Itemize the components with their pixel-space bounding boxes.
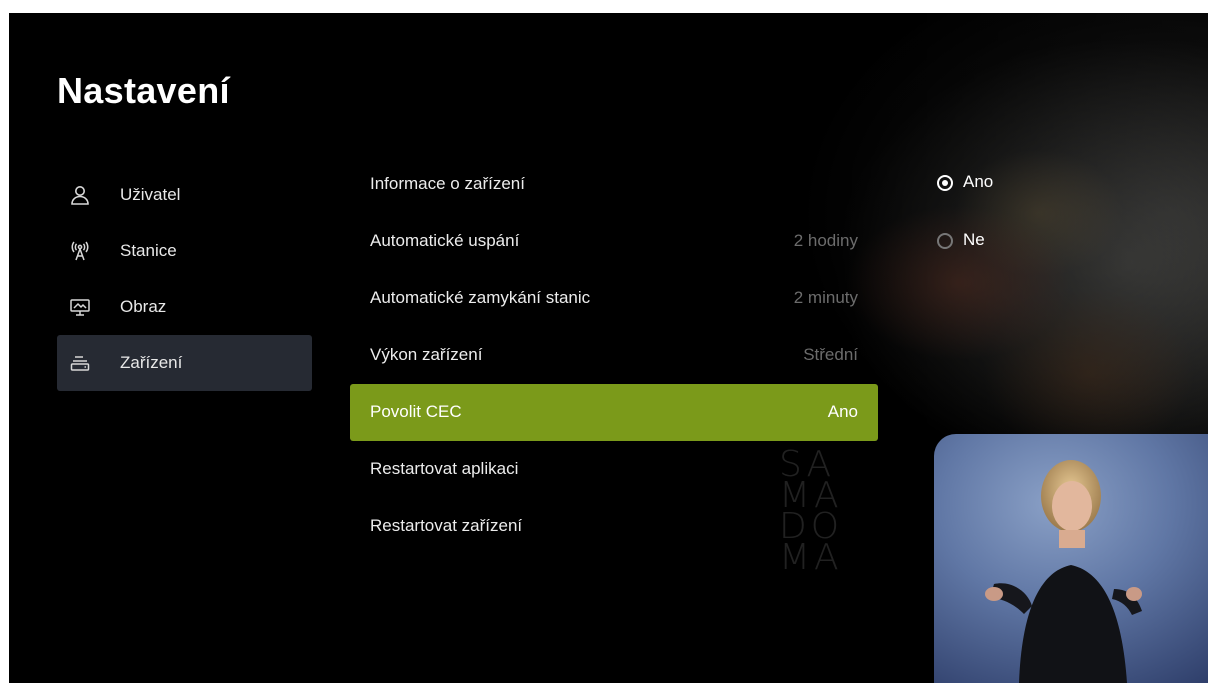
setting-label: Výkon zařízení [370, 345, 483, 364]
option-label: Ano [963, 172, 994, 191]
setting-label: Automatické zamykání stanic [370, 288, 591, 307]
option-yes[interactable]: Ano [931, 169, 1051, 227]
settings-sidebar: Uživatel Stanice Obraz Zařízení [57, 167, 312, 391]
device-icon [69, 353, 91, 373]
radio-unchecked-icon [937, 233, 953, 249]
sidebar-item-label: Zařízení [120, 353, 183, 372]
antenna-icon [69, 241, 91, 261]
sidebar-item-label: Uživatel [120, 185, 181, 204]
setting-auto-sleep[interactable]: Automatické uspání 2 hodiny [350, 213, 878, 270]
option-label: Ne [963, 230, 985, 249]
presenter-silhouette [985, 460, 1142, 683]
setting-enable-cec[interactable]: Povolit CEC Ano [350, 384, 878, 441]
device-settings-list: Informace o zařízení Automatické uspání … [350, 156, 878, 555]
setting-label: Povolit CEC [370, 402, 462, 421]
setting-value: Střední [803, 345, 858, 364]
sidebar-item-device[interactable]: Zařízení [57, 335, 312, 391]
sidebar-item-label: Stanice [120, 241, 177, 260]
radio-checked-icon [937, 175, 953, 191]
picture-in-picture-video[interactable] [934, 434, 1208, 683]
cec-options: Ano Ne [931, 169, 1051, 285]
sidebar-item-stations[interactable]: Stanice [57, 223, 312, 279]
setting-auto-lock-stations[interactable]: Automatické zamykání stanic 2 minuty [350, 270, 878, 327]
option-no[interactable]: Ne [931, 227, 1051, 285]
screen-icon [69, 297, 91, 317]
setting-device-info[interactable]: Informace o zařízení [350, 156, 878, 213]
setting-label: Restartovat aplikaci [370, 459, 519, 478]
setting-label: Informace o zařízení [370, 174, 525, 193]
setting-device-performance[interactable]: Výkon zařízení Střední [350, 327, 878, 384]
sidebar-item-picture[interactable]: Obraz [57, 279, 312, 335]
setting-value: 2 minuty [793, 288, 858, 307]
setting-value: Ano [827, 402, 858, 421]
sidebar-item-label: Obraz [120, 297, 167, 316]
sidebar-item-user[interactable]: Uživatel [57, 167, 312, 223]
setting-restart-app[interactable]: Restartovat aplikaci [350, 441, 878, 498]
page-title: Nastavení [57, 70, 230, 111]
setting-label: Automatické uspání [370, 231, 520, 250]
setting-restart-device[interactable]: Restartovat zařízení [350, 498, 878, 555]
tv-screen: SA MA DO MA Nastavení Uživatel Stanice O… [9, 13, 1208, 683]
setting-value: 2 hodiny [793, 231, 858, 250]
user-icon [69, 185, 91, 205]
setting-label: Restartovat zařízení [370, 516, 523, 535]
